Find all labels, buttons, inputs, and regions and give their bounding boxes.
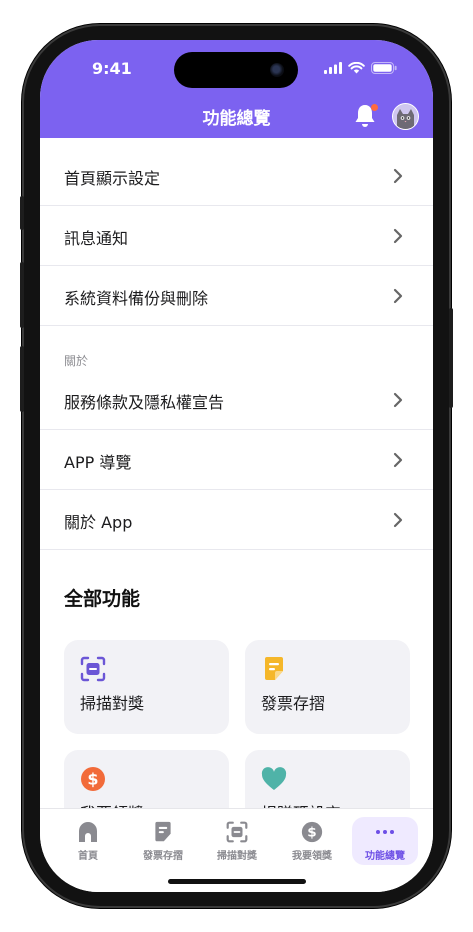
chevron-right-icon [393,288,403,304]
dollar-icon: $ [301,821,323,843]
home-icon [79,822,97,842]
chevron-right-icon [393,228,403,244]
more-icon [376,830,394,834]
chevron-right-icon [393,512,403,528]
battery-icon [371,62,397,74]
tab-home[interactable]: 首頁 [53,817,123,865]
scan-icon [226,821,248,843]
settings-row-about-app[interactable]: 關於 App [40,490,433,550]
action-button [20,196,24,230]
dynamic-island [174,52,298,88]
volume-up-button [20,262,24,328]
row-label: 系統資料備份與刪除 [64,289,209,308]
feature-card-scan[interactable]: 掃描對獎 [64,640,229,734]
settings-row-terms-privacy[interactable]: 服務條款及隱私權宣告 [40,370,433,430]
feature-card-claim-prize[interactable]: $ 我要領獎 [64,750,229,808]
all-features-heading: 全部功能 [64,588,141,610]
row-label: 關於 App [64,513,133,532]
receipt-icon [155,821,171,842]
home-indicator[interactable] [168,879,306,884]
row-label: 首頁顯示設定 [64,169,161,188]
status-time: 9:41 [92,59,132,78]
tab-feature-overview[interactable]: 功能總覽 [352,817,418,865]
scan-icon [80,656,106,682]
tab-label: 功能總覽 [365,851,405,862]
settings-row-home-display[interactable]: 首頁顯示設定 [40,146,433,206]
tab-claim-prize[interactable]: $ 我要領獎 [277,817,347,865]
settings-row-backup-delete[interactable]: 系統資料備份與刪除 [40,266,433,326]
heart-icon [261,767,287,790]
notification-dot [371,104,378,111]
app-header: 9:41 功能總覽 [40,40,433,138]
cellular-signal-icon [324,62,342,74]
settings-scroll-area[interactable]: 首頁顯示設定 訊息通知 系統資料備份與刪除 關於 服務條款及隱私權宣告 APP … [40,138,433,808]
tab-label: 首頁 [78,851,98,862]
svg-text:$: $ [87,770,98,789]
tab-label: 發票存摺 [143,851,183,862]
settings-row-notifications[interactable]: 訊息通知 [40,206,433,266]
screen: 9:41 功能總覽 首頁顯示設定 訊息通知 系統資料備份與刪除 關於 服務條款及… [40,40,433,892]
card-label: 發票存摺 [261,694,326,713]
camera-icon [270,63,284,77]
avatar[interactable] [392,103,419,130]
notification-button[interactable] [353,103,378,129]
tab-label: 我要領獎 [292,851,332,862]
svg-text:$: $ [307,825,316,841]
card-label: 掃描對獎 [80,694,145,713]
wifi-icon [348,62,365,74]
volume-down-button [20,346,24,412]
row-label: APP 導覽 [64,453,132,472]
chevron-right-icon [393,452,403,468]
card-label: 捐贈碼設定 [261,800,341,808]
dollar-icon: $ [81,767,105,791]
tab-invoice-book[interactable]: 發票存摺 [128,817,198,865]
feature-card-invoice-book[interactable]: 發票存摺 [245,640,410,734]
cat-avatar-icon [393,104,418,129]
status-icons [324,62,397,74]
receipt-icon [265,657,283,680]
chevron-right-icon [393,168,403,184]
settings-row-app-guide[interactable]: APP 導覽 [40,430,433,490]
power-button [449,308,453,408]
card-label: 我要領獎 [80,800,144,808]
about-section-heading: 關於 [64,354,89,368]
feature-card-donation-code[interactable]: 捐贈碼設定 [245,750,410,808]
row-label: 訊息通知 [64,229,129,248]
tab-label: 掃描對獎 [217,851,257,862]
chevron-right-icon [393,392,403,408]
row-label: 服務條款及隱私權宣告 [64,393,225,412]
tab-scan[interactable]: 掃描對獎 [202,817,272,865]
